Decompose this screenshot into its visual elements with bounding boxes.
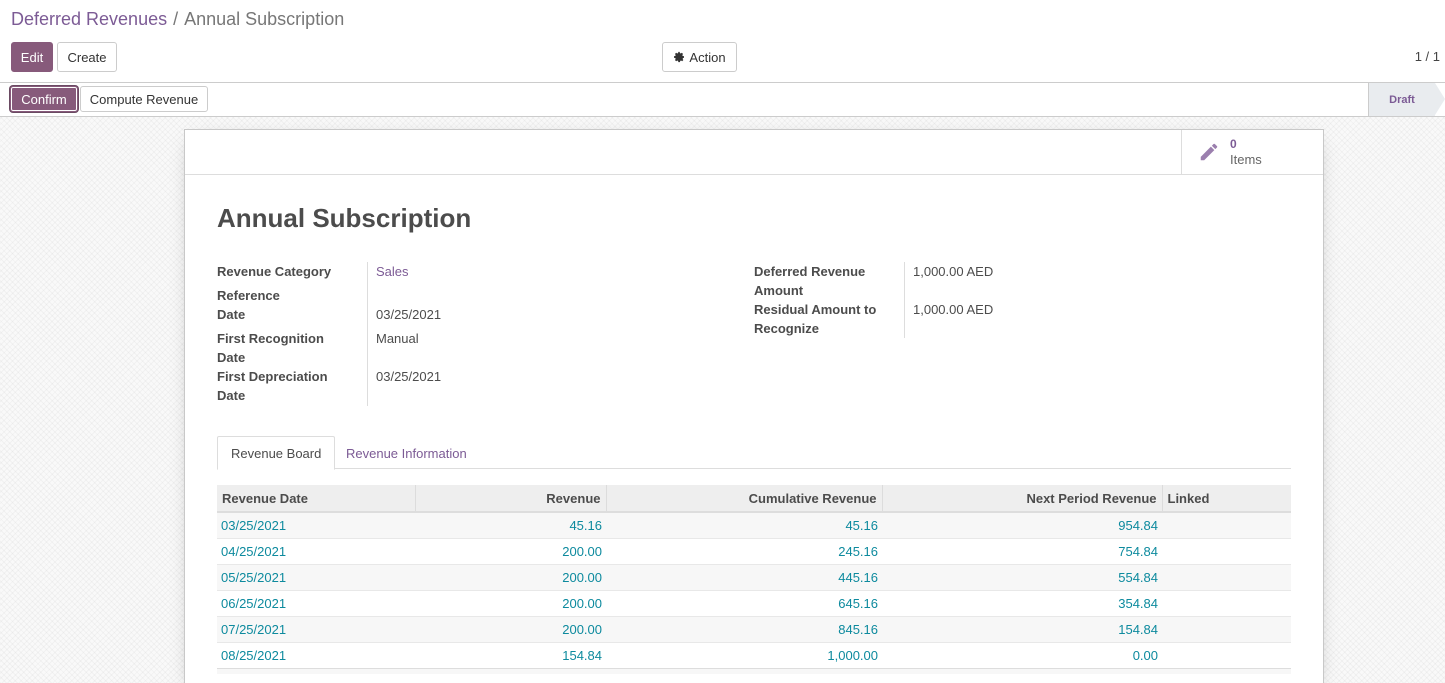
confirm-button[interactable]: Confirm <box>10 86 78 112</box>
tab-revenue-information[interactable]: Revenue Information <box>333 436 480 470</box>
table-row[interactable]: 03/25/2021 45.16 45.16 954.84 <box>217 511 1291 538</box>
column-header[interactable]: Cumulative Revenue <box>605 485 882 513</box>
left-group-divider <box>367 262 368 406</box>
next-period-revenue-cell: 354.84 <box>882 589 1162 616</box>
table-footer-cell <box>606 667 882 674</box>
edit-button[interactable]: Edit <box>11 42 53 72</box>
revenue-date-cell: 04/25/2021 <box>217 537 415 564</box>
breadcrumb-current: Annual Subscription <box>184 9 345 29</box>
residual-amount-label: Residual Amount to <box>754 302 877 317</box>
first-recognition-label-line2: Date <box>217 350 246 365</box>
table-row[interactable]: 04/25/2021 200.00 245.16 754.84 <box>217 537 1291 564</box>
first-depreciation-value: 03/25/2021 <box>376 369 442 384</box>
pager-counter[interactable]: 1 / 1 <box>1415 49 1440 64</box>
column-header[interactable]: Revenue <box>414 485 606 513</box>
cumulative-revenue-cell: 245.16 <box>606 537 882 564</box>
control-panel: Deferred Revenues / Annual Subscription Ed… <box>0 0 1445 83</box>
table-row[interactable]: 05/25/2021 200.00 445.16 554.84 <box>217 563 1291 590</box>
revenue-date-cell: 03/25/2021 <box>217 511 415 538</box>
gear-icon <box>674 51 685 63</box>
table-footer-row <box>217 667 1291 674</box>
revenue-cell: 154.84 <box>415 641 606 668</box>
right-group-divider <box>904 262 905 338</box>
linked-cell <box>1162 537 1291 564</box>
revenue-date-cell: 08/25/2021 <box>217 641 415 668</box>
create-button[interactable]: Create <box>57 42 117 72</box>
table-row[interactable]: 08/25/2021 154.84 1,000.00 0.00 <box>217 641 1291 668</box>
action-label: Action <box>689 49 726 65</box>
table-footer-cell <box>1162 667 1291 674</box>
status-draft-badge: Draft <box>1368 83 1445 116</box>
next-period-revenue-cell: 954.84 <box>882 511 1162 538</box>
linked-cell <box>1162 563 1291 590</box>
linked-cell <box>1162 615 1291 642</box>
column-header[interactable]: Linked <box>1161 485 1291 513</box>
table-header-row: Revenue Date Revenue Cumulative Revenue … <box>217 485 1291 513</box>
linked-cell <box>1162 641 1291 668</box>
revenue-date-cell: 07/25/2021 <box>217 615 415 642</box>
breadcrumb-parent-link[interactable]: Deferred Revenues <box>11 9 167 29</box>
revenue-category-label: Revenue Category <box>217 264 332 279</box>
table-footer-cell <box>882 667 1162 674</box>
first-recognition-label: First Recognition <box>217 331 324 346</box>
column-header[interactable]: Revenue Date <box>217 485 415 513</box>
notebook-tabs: Revenue Board Revenue Information <box>217 436 1291 470</box>
residual-amount-label-line2: Recognize <box>754 321 820 336</box>
items-stat-button[interactable]: 0 Items <box>1181 130 1323 174</box>
cumulative-revenue-cell: 45.16 <box>606 511 882 538</box>
table-footer-cell <box>217 667 415 674</box>
breadcrumb-separator: / <box>173 9 179 29</box>
column-header[interactable]: Next Period Revenue <box>881 485 1162 513</box>
date-label: Date <box>217 307 246 322</box>
cumulative-revenue-cell: 445.16 <box>606 563 882 590</box>
revenue-cell: 200.00 <box>415 537 606 564</box>
linked-cell <box>1162 589 1291 616</box>
next-period-revenue-cell: 154.84 <box>882 615 1162 642</box>
first-depreciation-label-line2: Date <box>217 388 246 403</box>
revenue-date-cell: 05/25/2021 <box>217 563 415 590</box>
table-row[interactable]: 07/25/2021 200.00 845.16 154.84 <box>217 615 1291 642</box>
revenue-cell: 200.00 <box>415 589 606 616</box>
tab-revenue-board[interactable]: Revenue Board <box>217 436 336 470</box>
linked-cell <box>1162 511 1291 538</box>
residual-amount-value: 1,000.00 AED <box>913 302 994 317</box>
cumulative-revenue-cell: 845.16 <box>606 615 882 642</box>
items-label: Items <box>1230 152 1262 167</box>
stat-text: 0 Items <box>1230 137 1262 167</box>
date-value: 03/25/2021 <box>376 307 442 322</box>
revenue-date-cell: 06/25/2021 <box>217 589 415 616</box>
reference-label: Reference <box>217 288 280 303</box>
revenue-cell: 200.00 <box>415 563 606 590</box>
deferred-amount-label: Deferred Revenue <box>754 264 866 279</box>
table-row[interactable]: 06/25/2021 200.00 645.16 354.84 <box>217 589 1291 616</box>
compute-revenue-button[interactable]: Compute Revenue <box>80 86 208 112</box>
first-depreciation-label: First Depreciation <box>217 369 328 384</box>
next-period-revenue-cell: 0.00 <box>882 641 1162 668</box>
revenue-category-value[interactable]: Sales <box>376 262 409 281</box>
pencil-icon <box>1200 143 1218 161</box>
action-dropdown-button[interactable]: Action <box>662 42 737 72</box>
deferred-amount-label-line2: Amount <box>754 283 804 298</box>
cumulative-revenue-cell: 645.16 <box>606 589 882 616</box>
revenue-board-table: Revenue Date Revenue Cumulative Revenue … <box>217 485 1291 674</box>
items-count: 0 <box>1230 137 1237 151</box>
deferred-amount-value: 1,000.00 AED <box>913 264 994 279</box>
button-box: 0 Items <box>185 130 1323 175</box>
revenue-cell: 45.16 <box>415 511 606 538</box>
revenue-cell: 200.00 <box>415 615 606 642</box>
next-period-revenue-cell: 554.84 <box>882 563 1162 590</box>
table-footer-cell <box>415 667 606 674</box>
next-period-revenue-cell: 754.84 <box>882 537 1162 564</box>
record-title: Annual Subscription <box>217 203 472 233</box>
form-sheet: 0 Items Annual Subscription Revenue Cate… <box>184 129 1324 683</box>
breadcrumb: Deferred Revenues / Annual Subscription <box>11 9 344 30</box>
first-recognition-value: Manual <box>376 331 419 346</box>
status-bar: Confirm Compute Revenue Draft <box>0 83 1445 117</box>
cumulative-revenue-cell: 1,000.00 <box>606 641 882 668</box>
